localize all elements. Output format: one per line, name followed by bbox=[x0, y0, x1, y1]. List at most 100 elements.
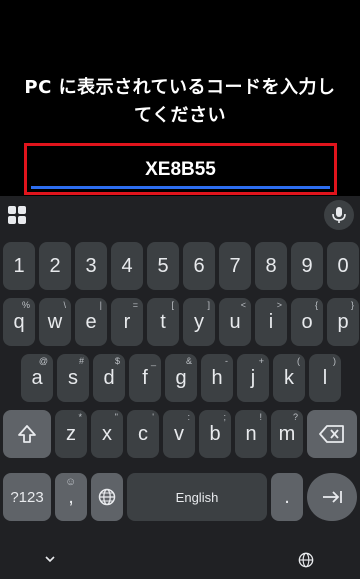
key-label: f bbox=[142, 366, 148, 389]
mic-icon[interactable] bbox=[324, 200, 354, 230]
key-hint: = bbox=[132, 300, 138, 310]
key-r[interactable]: = r bbox=[111, 298, 143, 346]
key-hint: \ bbox=[63, 300, 66, 310]
key-label: h bbox=[211, 366, 223, 389]
key-label: q bbox=[13, 310, 25, 333]
backspace-icon bbox=[319, 425, 344, 443]
key-label: i bbox=[268, 310, 274, 333]
key-label: b bbox=[209, 422, 221, 445]
key-label: 4 bbox=[121, 254, 133, 277]
key-j[interactable]: + j bbox=[237, 354, 269, 402]
prompt-line-2: てください bbox=[134, 105, 226, 126]
key-e[interactable]: | e bbox=[75, 298, 107, 346]
space-key[interactable]: English bbox=[127, 473, 267, 521]
key-4[interactable]: 4 bbox=[111, 242, 143, 290]
key-5[interactable]: 5 bbox=[147, 242, 179, 290]
key-0[interactable]: 0 bbox=[327, 242, 359, 290]
grid-icon[interactable] bbox=[8, 206, 26, 224]
key-label: a bbox=[31, 366, 43, 389]
key-q[interactable]: % q bbox=[3, 298, 35, 346]
input-underline bbox=[31, 186, 330, 189]
key-hint: " bbox=[114, 412, 118, 422]
key-label: c bbox=[138, 422, 148, 445]
backspace-key[interactable] bbox=[307, 410, 357, 458]
key-2[interactable]: 2 bbox=[39, 242, 71, 290]
key-w[interactable]: \ w bbox=[39, 298, 71, 346]
bottom-row: ?123 ☺ , English . bbox=[0, 473, 360, 521]
key-label: g bbox=[175, 366, 187, 389]
prompt-line-1: PC に表示されているコードを入力し bbox=[24, 77, 336, 98]
letter-row-1: % q \ w | e = r[t] y < u > i{o} p bbox=[0, 298, 360, 346]
key-label: u bbox=[229, 310, 241, 333]
key-k[interactable]: (k bbox=[273, 354, 305, 402]
emoji-icon: ☺ bbox=[65, 476, 77, 488]
key-label: m bbox=[278, 422, 296, 445]
key-label: d bbox=[103, 366, 115, 389]
key-label: x bbox=[102, 422, 112, 445]
key-label: p bbox=[337, 310, 349, 333]
key-o[interactable]: {o bbox=[291, 298, 323, 346]
on-screen-keyboard: 1234567890 % q \ w | e = r[t] y < u > i{o} p @ a # s $ d _ f… bbox=[0, 196, 360, 579]
key-6[interactable]: 6 bbox=[183, 242, 215, 290]
key-label: k bbox=[284, 366, 294, 389]
code-input-field[interactable]: XE8B55 bbox=[24, 143, 337, 195]
key-label: 8 bbox=[265, 254, 277, 277]
key-x[interactable]: " x bbox=[91, 410, 123, 458]
key-label: 2 bbox=[49, 254, 61, 277]
key-8[interactable]: 8 bbox=[255, 242, 287, 290]
key-hint: # bbox=[78, 356, 84, 366]
key-hint: _ bbox=[150, 356, 156, 366]
key-a[interactable]: @ a bbox=[21, 354, 53, 402]
navigation-bar bbox=[0, 546, 360, 579]
key-label: 6 bbox=[193, 254, 205, 277]
key-hint: - bbox=[225, 356, 228, 366]
key-label: l bbox=[322, 366, 328, 389]
period-key[interactable]: . bbox=[271, 473, 303, 521]
key-hint: | bbox=[99, 300, 102, 310]
key-d[interactable]: $ d bbox=[93, 354, 125, 402]
key-b[interactable]: ; b bbox=[199, 410, 231, 458]
comma-key[interactable]: ☺ , bbox=[55, 473, 87, 521]
key-hint: ? bbox=[292, 412, 298, 422]
key-label: o bbox=[301, 310, 313, 333]
globe-icon[interactable] bbox=[298, 552, 314, 572]
key-n[interactable]: ! n bbox=[235, 410, 267, 458]
key-l[interactable]: ) l bbox=[309, 354, 341, 402]
key-z[interactable]: * z bbox=[55, 410, 87, 458]
key-m[interactable]: ? m bbox=[271, 410, 303, 458]
key-hint: % bbox=[21, 300, 30, 310]
key-i[interactable]: > i bbox=[255, 298, 287, 346]
key-3[interactable]: 3 bbox=[75, 242, 107, 290]
chevron-down-icon[interactable] bbox=[44, 552, 56, 568]
key-f[interactable]: _ f bbox=[129, 354, 161, 402]
key-label: 7 bbox=[229, 254, 241, 277]
symbols-key[interactable]: ?123 bbox=[3, 473, 51, 521]
key-label: t bbox=[160, 310, 166, 333]
key-7[interactable]: 7 bbox=[219, 242, 251, 290]
language-key[interactable] bbox=[91, 473, 123, 521]
key-y[interactable]: ] y bbox=[183, 298, 215, 346]
key-hint: $ bbox=[114, 356, 120, 366]
key-hint: ! bbox=[259, 412, 262, 422]
key-hint: [ bbox=[171, 300, 174, 310]
key-g[interactable]: & g bbox=[165, 354, 197, 402]
key-t[interactable]: [t bbox=[147, 298, 179, 346]
key-label: 5 bbox=[157, 254, 169, 277]
key-label: r bbox=[123, 310, 131, 333]
key-h[interactable]: -h bbox=[201, 354, 233, 402]
key-hint: { bbox=[314, 300, 318, 310]
key-hint: @ bbox=[38, 356, 48, 366]
key-hint: ; bbox=[223, 412, 226, 422]
key-u[interactable]: < u bbox=[219, 298, 251, 346]
key-9[interactable]: 9 bbox=[291, 242, 323, 290]
key-hint: : bbox=[187, 412, 190, 422]
shift-icon bbox=[18, 425, 36, 443]
shift-key[interactable] bbox=[3, 410, 51, 458]
key-1[interactable]: 1 bbox=[3, 242, 35, 290]
key-p[interactable]: } p bbox=[327, 298, 359, 346]
key-label: 3 bbox=[85, 254, 97, 277]
key-s[interactable]: # s bbox=[57, 354, 89, 402]
enter-key[interactable] bbox=[307, 473, 357, 521]
key-c[interactable]: ' c bbox=[127, 410, 159, 458]
key-v[interactable]: :v bbox=[163, 410, 195, 458]
